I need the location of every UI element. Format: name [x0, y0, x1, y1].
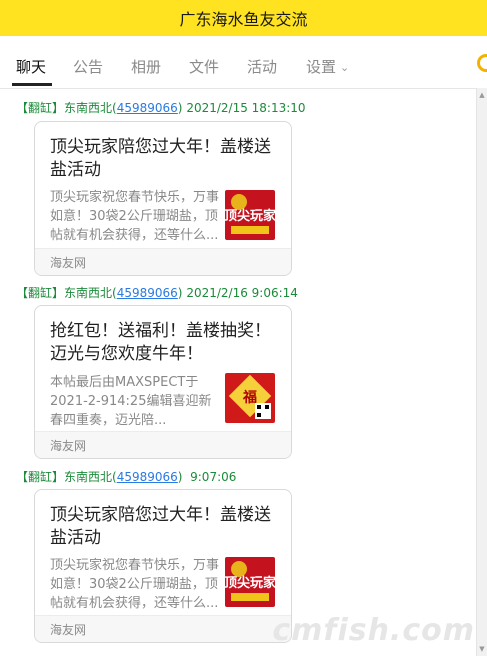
- card-source: 海友网: [50, 623, 87, 637]
- sender-qq-link[interactable]: 45989066: [117, 101, 178, 115]
- tab-chat[interactable]: 聊天: [16, 56, 46, 77]
- sender-qq-link[interactable]: 45989066: [117, 470, 178, 484]
- card-thumbnail: 福: [225, 373, 275, 423]
- message-tag: 【翻缸】: [16, 470, 65, 484]
- active-tab-indicator: [12, 83, 52, 86]
- thumbnail-image-icon: 福: [225, 373, 275, 423]
- tab-activities[interactable]: 活动: [247, 56, 277, 77]
- chevron-down-icon: ⌄: [340, 61, 350, 74]
- card-title: 顶尖玩家陪您过大年！盖楼送盐活动: [50, 137, 271, 180]
- message-meta: 【翻缸】东南西北(45989066) 9:07:06: [16, 468, 236, 485]
- thumbnail-image-icon: 顶尖玩家: [225, 557, 275, 607]
- message-tag: 【翻缸】: [16, 286, 65, 300]
- card-thumbnail: 顶尖玩家: [225, 557, 275, 607]
- sender-qq-link[interactable]: 45989066: [117, 286, 178, 300]
- vertical-scrollbar[interactable]: ▲ ▼: [476, 88, 487, 656]
- tab-settings[interactable]: 设置 ⌄: [306, 56, 349, 77]
- qq-paren-close: ): [177, 101, 183, 115]
- message-meta: 【翻缸】东南西北(45989066) 2021/2/16 9:06:14: [16, 284, 298, 301]
- message-meta: 【翻缸】东南西北(45989066) 2021/2/15 18:13:10: [16, 99, 306, 116]
- card-source: 海友网: [50, 439, 87, 453]
- card-title: 抢红包！送福利！盖楼抽奖！迈光与您欢度牛年！: [50, 321, 271, 364]
- message-time: 2021/2/16 9:06:14: [186, 286, 298, 300]
- card-description: 本帖最后由MAXSPECT于2021-2-914:25编辑喜迎新春四重奏，迈光陪…: [50, 375, 212, 428]
- scroll-up-arrow-icon[interactable]: ▲: [478, 90, 486, 100]
- share-card[interactable]: 抢红包！送福利！盖楼抽奖！迈光与您欢度牛年！ 本帖最后由MAXSPECT于202…: [34, 305, 292, 459]
- message-sender: 东南西北: [64, 470, 113, 484]
- card-description: 顶尖玩家祝您春节快乐，万事如意！30袋2公斤珊瑚盐，顶帖就有机会获得，还等什么.…: [50, 190, 220, 243]
- tab-files[interactable]: 文件: [189, 56, 219, 77]
- thumbnail-caption: 顶尖玩家: [225, 208, 275, 224]
- tab-bar: 聊天 公告 相册 文件 活动 设置 ⌄: [0, 36, 487, 89]
- qq-paren-close: ): [177, 470, 183, 484]
- window-title: 广东海水鱼友交流: [179, 10, 308, 29]
- site-watermark: cmfish.com: [272, 613, 475, 648]
- card-footer: 海友网: [35, 615, 291, 642]
- card-source: 海友网: [50, 256, 87, 270]
- share-card[interactable]: 顶尖玩家陪您过大年！盖楼送盐活动 顶尖玩家祝您春节快乐，万事如意！30袋2公斤珊…: [34, 489, 292, 643]
- message-time: 2021/2/15 18:13:10: [186, 101, 306, 115]
- tab-settings-label: 设置: [306, 58, 337, 76]
- share-card[interactable]: 顶尖玩家陪您过大年！盖楼送盐活动 顶尖玩家祝您春节快乐，万事如意！30袋2公斤珊…: [34, 121, 292, 276]
- scroll-down-arrow-icon[interactable]: ▼: [478, 644, 486, 654]
- window-title-bar: 广东海水鱼友交流: [0, 0, 487, 36]
- message-time: 9:07:06: [190, 470, 237, 484]
- message-sender: 东南西北: [64, 101, 113, 115]
- card-footer: 海友网: [35, 431, 291, 458]
- card-title: 顶尖玩家陪您过大年！盖楼送盐活动: [50, 505, 271, 548]
- thumbnail-caption: 福: [242, 389, 257, 406]
- card-footer: 海友网: [35, 248, 291, 275]
- message-sender: 东南西北: [64, 286, 113, 300]
- card-description: 顶尖玩家祝您春节快乐，万事如意！30袋2公斤珊瑚盐，顶帖就有机会获得，还等什么.…: [50, 558, 220, 611]
- message-tag: 【翻缸】: [16, 101, 65, 115]
- thumbnail-image-icon: 顶尖玩家: [225, 190, 275, 240]
- qq-paren-close: ): [177, 286, 183, 300]
- tab-announcement[interactable]: 公告: [73, 56, 103, 77]
- tab-album[interactable]: 相册: [131, 56, 161, 77]
- card-thumbnail: 顶尖玩家: [225, 190, 275, 240]
- thumbnail-caption: 顶尖玩家: [225, 575, 275, 591]
